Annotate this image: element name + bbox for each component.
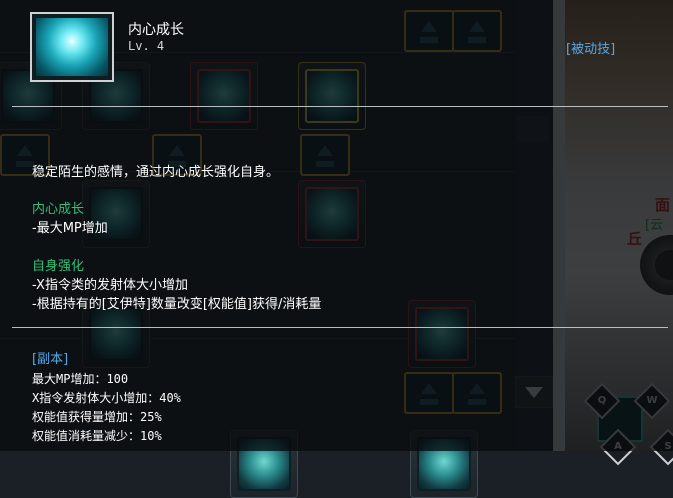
- inner-growth-icon: [36, 18, 108, 76]
- divider: [12, 106, 668, 107]
- dungeon-heading: [副本]: [32, 352, 69, 367]
- section-line: -根据持有的[艾伊特]数量改变[权能值]获得/消耗量: [32, 297, 322, 312]
- skill-tooltip: 内心成长 Lv. 4 [被动技] 稳定陌生的感情，通过内心成长强化自身。 内心成…: [0, 0, 673, 451]
- skill-description: 稳定陌生的感情，通过内心成长强化自身。: [32, 165, 280, 180]
- dungeon-stat: 最大MP增加：100: [32, 372, 129, 386]
- section-heading: 内心成长: [32, 202, 85, 217]
- divider: [12, 327, 668, 328]
- skill-name: 内心成长: [128, 22, 184, 38]
- section-line: -最大MP增加: [32, 221, 108, 236]
- section-line: -X指令类的发射体大小增加: [32, 278, 188, 293]
- skill-icon: [30, 12, 114, 82]
- dungeon-stat: 权能值获得量增加：25%: [32, 410, 162, 424]
- dungeon-stat: X指令发射体大小增加：40%: [32, 391, 181, 405]
- skill-type-tag: [被动技]: [566, 42, 616, 57]
- section-heading: 自身强化: [32, 259, 85, 274]
- dungeon-stat: 权能值消耗量减少：10%: [32, 429, 162, 443]
- skill-level: Lv. 4: [128, 39, 165, 53]
